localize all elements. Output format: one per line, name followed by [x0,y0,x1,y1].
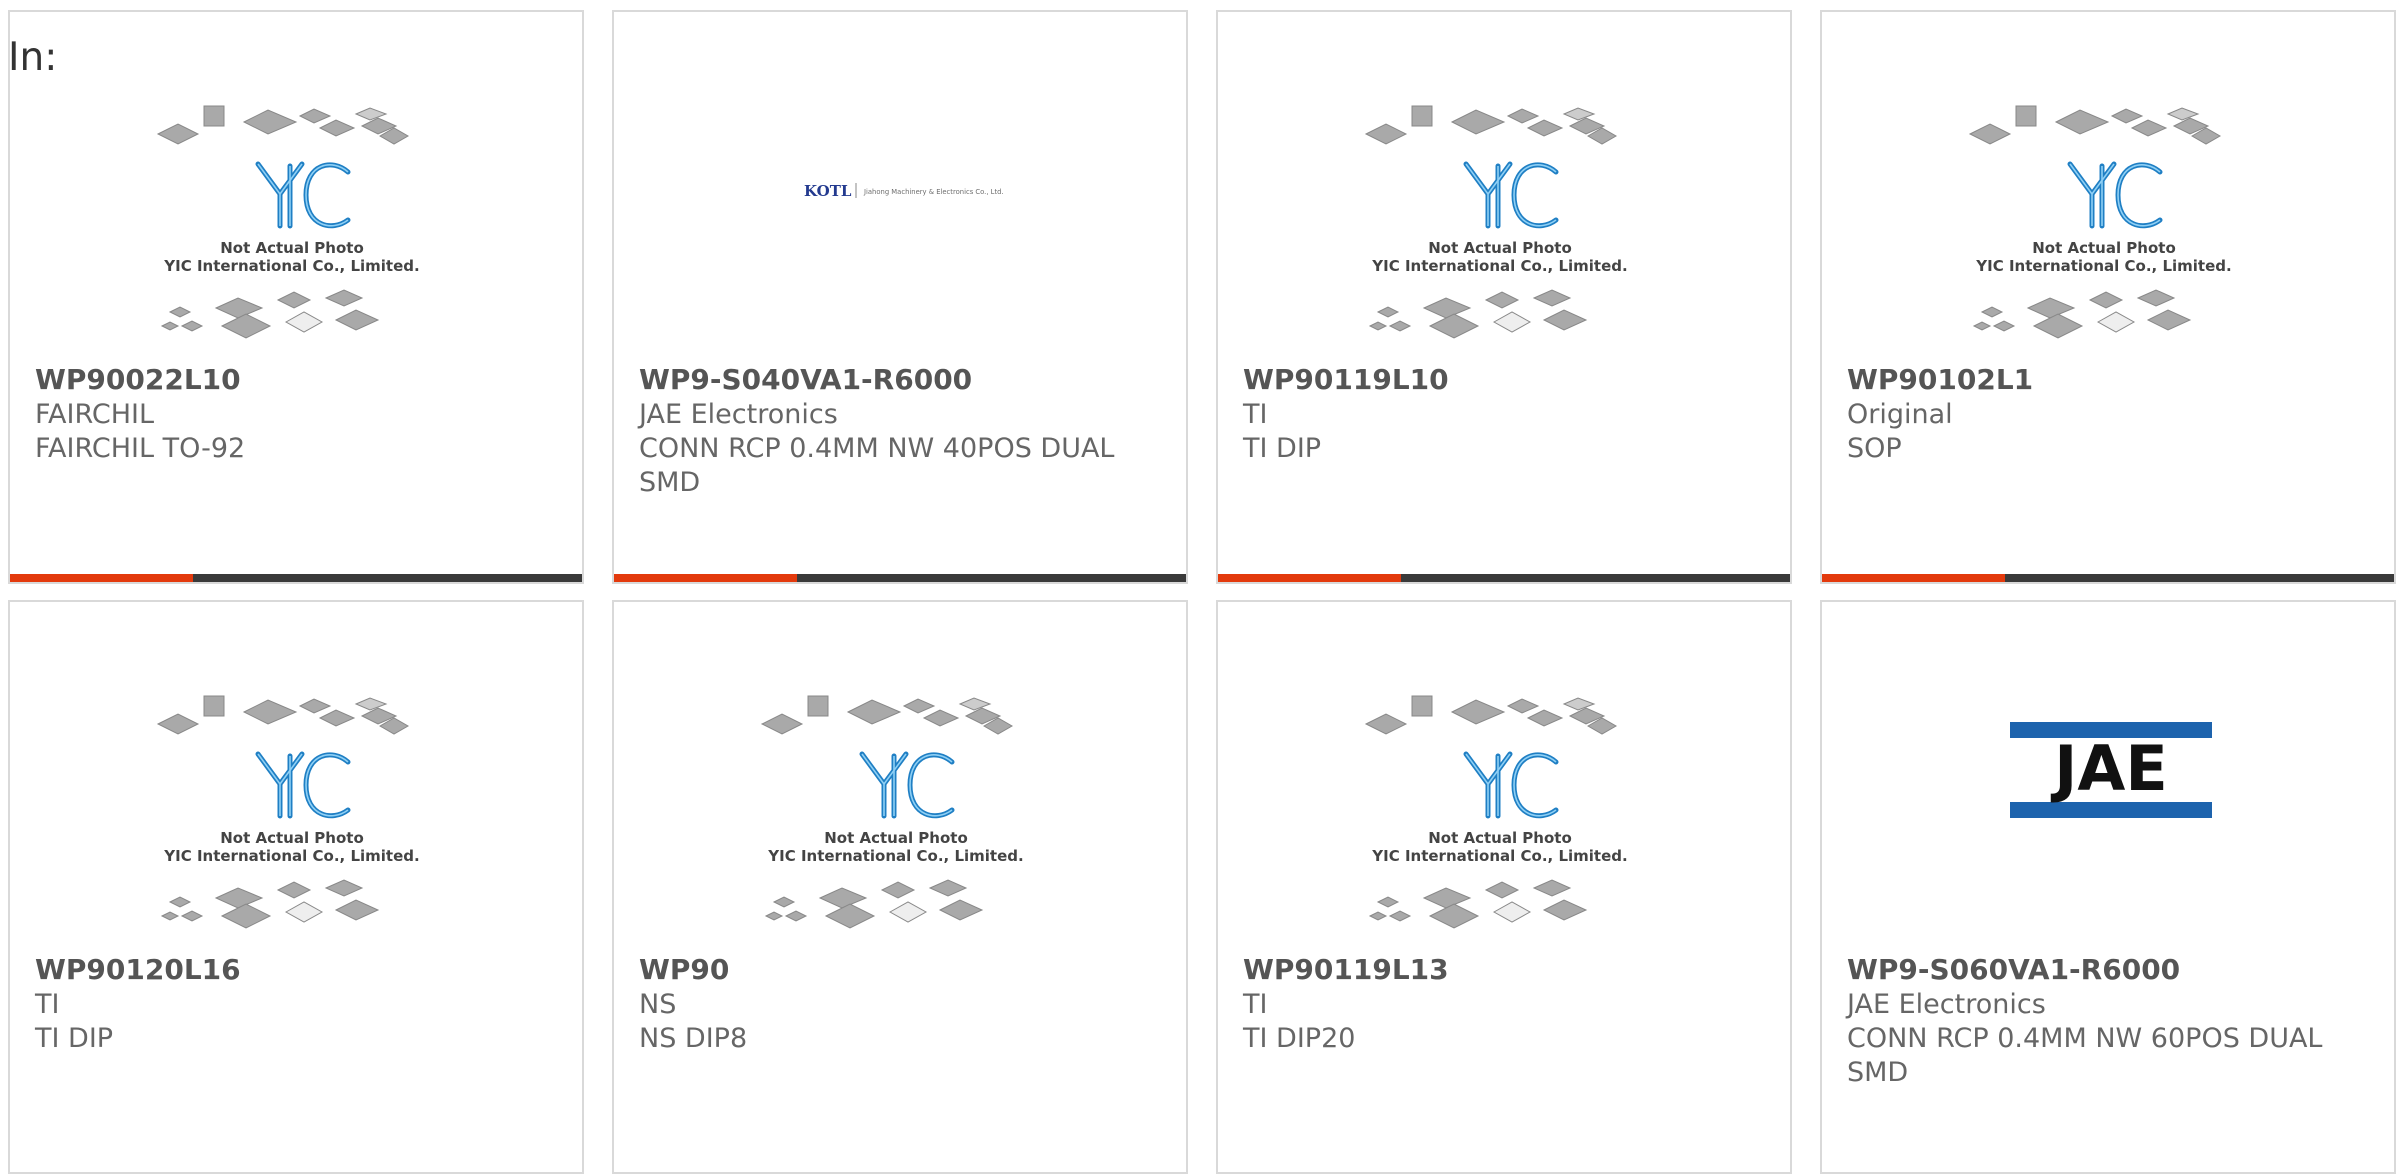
description: SOP [1847,433,1902,464]
manufacturer: JAE Electronics [1847,989,2046,1020]
description: NS DIP8 [639,1023,748,1054]
manufacturer: TI [1243,989,1268,1020]
description: TI DIP [35,1023,114,1054]
placeholder-line1: Not Actual Photo [824,829,968,847]
card-footer-bar [10,574,582,582]
card-footer-bar [1218,574,1790,582]
description: TI DIP [1243,433,1322,464]
manufacturer: NS [639,989,677,1020]
manufacturer: TI [1243,399,1268,430]
placeholder-line1: Not Actual Photo [220,829,364,847]
description: CONN RCP 0.4MM NW 60POS DUAL SMD [1847,1023,2323,1088]
card-footer-bar [614,574,1186,582]
part-number-link[interactable]: WP90102L1 [1847,362,2374,398]
product-image-placeholder[interactable]: Not Actual Photo YIC International Co., … [754,692,1054,948]
product-info: WP90119L13 TI TI DIP20 [1243,952,1770,1056]
placeholder-line1: Not Actual Photo [2032,239,2176,257]
product-image-placeholder[interactable]: Not Actual Photo YIC International Co., … [1358,692,1658,948]
part-number-link[interactable]: WP9-S060VA1-R6000 [1847,952,2374,988]
manufacturer: TI [35,989,60,1020]
part-number-link[interactable]: WP90119L10 [1243,362,1770,398]
in-label: In: [8,35,58,80]
manufacturer: FAIRCHIL [35,399,155,430]
product-card[interactable]: Not Actual Photo YIC International Co., … [1820,10,2396,584]
product-card[interactable]: Not Actual Photo YIC International Co., … [8,10,584,584]
manufacturer: Original [1847,399,1953,430]
kotl-company-name: Jiahong Machinery & Electronics Co., Ltd… [863,188,1004,196]
manufacturer: JAE Electronics [639,399,838,430]
product-image-placeholder[interactable]: Not Actual Photo YIC International Co., … [150,692,450,948]
product-info: WP90119L10 TI TI DIP [1243,362,1770,466]
placeholder-line2: YIC International Co., Limited. [163,257,419,275]
placeholder-line2: YIC International Co., Limited. [1975,257,2231,275]
placeholder-line1: Not Actual Photo [220,239,364,257]
kotl-logo[interactable]: KOTL Jiahong Machinery & Electronics Co.… [804,176,1014,206]
placeholder-line2: YIC International Co., Limited. [1371,257,1627,275]
product-card[interactable]: Not Actual Photo YIC International Co., … [8,600,584,1174]
product-card[interactable]: JAE WP9-S060VA1-R6000 JAE Electronics CO… [1820,600,2396,1174]
card-footer-bar [1822,574,2394,582]
product-image-placeholder[interactable]: Not Actual Photo YIC International Co., … [150,102,450,358]
description: FAIRCHIL TO-92 [35,433,246,464]
product-info: WP9-S060VA1-R6000 JAE Electronics CONN R… [1847,952,2374,1090]
part-number-link[interactable]: WP90120L16 [35,952,562,988]
product-info: WP90022L10 FAIRCHIL FAIRCHIL TO-92 [35,362,562,466]
placeholder-line1: Not Actual Photo [1428,239,1572,257]
product-image-placeholder[interactable]: Not Actual Photo YIC International Co., … [1358,102,1658,358]
product-info: WP90 NS NS DIP8 [639,952,1166,1056]
jae-logo[interactable]: JAE [2010,722,2212,818]
product-card[interactable]: Not Actual Photo YIC International Co., … [612,600,1188,1174]
kotl-logo-text: KOTL [804,182,852,200]
placeholder-line2: YIC International Co., Limited. [163,847,419,865]
product-card[interactable]: KOTL Jiahong Machinery & Electronics Co.… [612,10,1188,584]
product-info: WP90120L16 TI TI DIP [35,952,562,1056]
placeholder-line1: Not Actual Photo [1428,829,1572,847]
description: CONN RCP 0.4MM NW 40POS DUAL SMD [639,433,1115,498]
description: TI DIP20 [1243,1023,1356,1054]
product-card[interactable]: Not Actual Photo YIC International Co., … [1216,600,1792,1174]
product-image-placeholder[interactable]: Not Actual Photo YIC International Co., … [1962,102,2262,358]
product-info: WP90102L1 Original SOP [1847,362,2374,466]
product-info: WP9-S040VA1-R6000 JAE Electronics CONN R… [639,362,1166,500]
part-number-link[interactable]: WP90 [639,952,1166,988]
placeholder-line2: YIC International Co., Limited. [767,847,1023,865]
placeholder-line2: YIC International Co., Limited. [1371,847,1627,865]
part-number-link[interactable]: WP90022L10 [35,362,562,398]
part-number-link[interactable]: WP9-S040VA1-R6000 [639,362,1166,398]
part-number-link[interactable]: WP90119L13 [1243,952,1770,988]
jae-logo-text: JAE [2050,732,2167,805]
product-card[interactable]: Not Actual Photo YIC International Co., … [1216,10,1792,584]
